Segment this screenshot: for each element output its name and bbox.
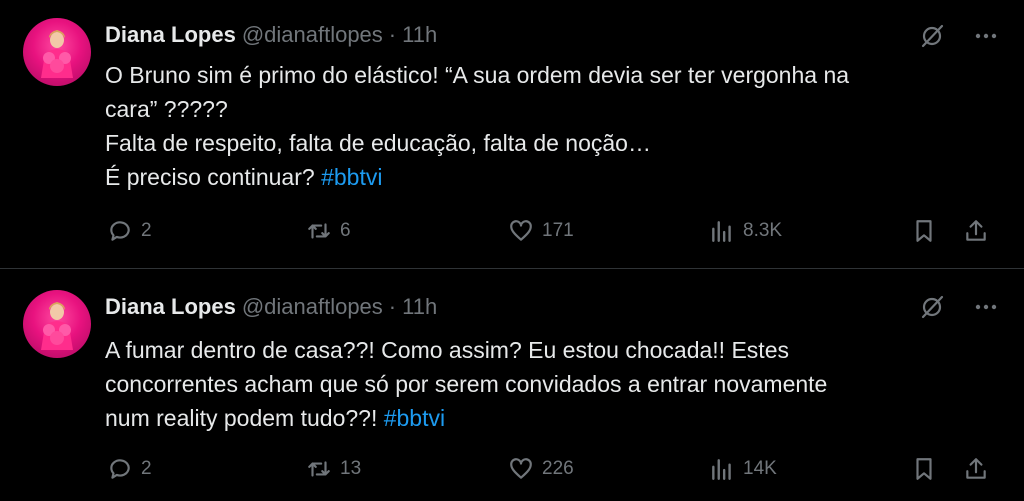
tweet-text: A fumar dentro de casa??! Como assim? Eu… [105, 333, 985, 435]
avatar[interactable] [23, 18, 91, 86]
tweet-text-line: A fumar dentro de casa??! Como assim? Eu… [105, 337, 789, 363]
hashtag-link[interactable]: #bbtvi [321, 164, 382, 190]
tweet-text-line-with-hashtag: É preciso continuar? #bbtvi [105, 160, 985, 194]
tweet-text-fragment: É preciso continuar? [105, 164, 315, 190]
timestamp[interactable]: 11h [402, 22, 437, 47]
views-button[interactable]: 14K [709, 454, 777, 484]
bookmark-button[interactable] [911, 454, 937, 484]
author-name[interactable]: Diana Lopes [105, 22, 236, 47]
share-icon [966, 220, 986, 241]
views-icon [712, 221, 731, 242]
author-handle[interactable]: @dianaftlopes [242, 294, 383, 319]
bookmark-icon [916, 458, 932, 480]
share-button[interactable] [963, 454, 989, 484]
like-button[interactable]: 171 [508, 216, 574, 246]
author-handle[interactable]: @dianaftlopes [242, 22, 383, 47]
tweet-text: O Bruno sim é primo do elástico! “A sua … [105, 58, 985, 194]
tweet-header: Diana Lopes @dianaftlopes · 11h [105, 21, 437, 49]
bookmark-icon [916, 220, 932, 242]
views-count: 8.3K [743, 220, 783, 241]
grok-icon[interactable] [918, 22, 946, 50]
separator-dot: · [388, 294, 397, 319]
views-count: 14K [743, 458, 777, 479]
hashtag-link[interactable]: #bbtvi [384, 405, 445, 431]
separator-dot: · [388, 22, 397, 47]
tweet-header: Diana Lopes @dianaftlopes · 11h [105, 293, 437, 321]
grok-icon[interactable] [918, 293, 946, 321]
views-button[interactable]: 8.3K [709, 216, 782, 246]
reply-icon [110, 221, 130, 241]
avatar[interactable] [23, 290, 91, 358]
reply-count: 2 [141, 220, 152, 241]
more-icon[interactable] [972, 22, 1000, 50]
bookmark-button[interactable] [911, 216, 937, 246]
author-name[interactable]: Diana Lopes [105, 294, 236, 319]
repost-button[interactable]: 13 [306, 454, 361, 484]
tweet[interactable]: Diana Lopes @dianaftlopes · 11h A fumar den… [0, 269, 1024, 501]
like-count: 226 [542, 458, 574, 479]
reply-icon [110, 459, 130, 479]
like-button[interactable]: 226 [508, 454, 574, 484]
repost-count: 13 [340, 458, 362, 479]
action-bar: 2 13 226 14K [0, 454, 1024, 484]
tweet-text-line: O Bruno sim é primo do elástico! “A sua … [105, 62, 850, 88]
tweet-text-line-with-hashtag: num reality podem tudo??! #bbtvi [105, 401, 985, 435]
avatar-image [41, 302, 73, 350]
avatar-image [41, 30, 73, 78]
repost-icon [308, 223, 330, 239]
share-button[interactable] [963, 216, 989, 246]
timestamp[interactable]: 11h [402, 294, 437, 319]
reply-button[interactable]: 2 [107, 216, 152, 246]
tweet[interactable]: Diana Lopes @dianaftlopes · 11h O Bruno sim… [0, 0, 1024, 268]
views-icon [712, 459, 731, 480]
tweet-text-fragment: num reality podem tudo??! [105, 405, 378, 431]
share-icon [966, 458, 986, 479]
tweet-text-line: Falta de respeito, falta de educação, fa… [105, 130, 651, 156]
like-icon [510, 220, 532, 241]
action-bar: 2 6 171 8.3K [0, 216, 1024, 246]
reply-count: 2 [141, 458, 152, 479]
tweet-text-line: concorrentes acham que só por serem conv… [105, 371, 828, 397]
more-icon[interactable] [972, 293, 1000, 321]
repost-icon [308, 461, 330, 477]
reply-button[interactable]: 2 [107, 454, 152, 484]
repost-button[interactable]: 6 [306, 216, 351, 246]
repost-count: 6 [340, 220, 351, 241]
like-count: 171 [542, 220, 574, 241]
tweet-text-line: cara” ????? [105, 96, 228, 122]
like-icon [510, 458, 532, 479]
